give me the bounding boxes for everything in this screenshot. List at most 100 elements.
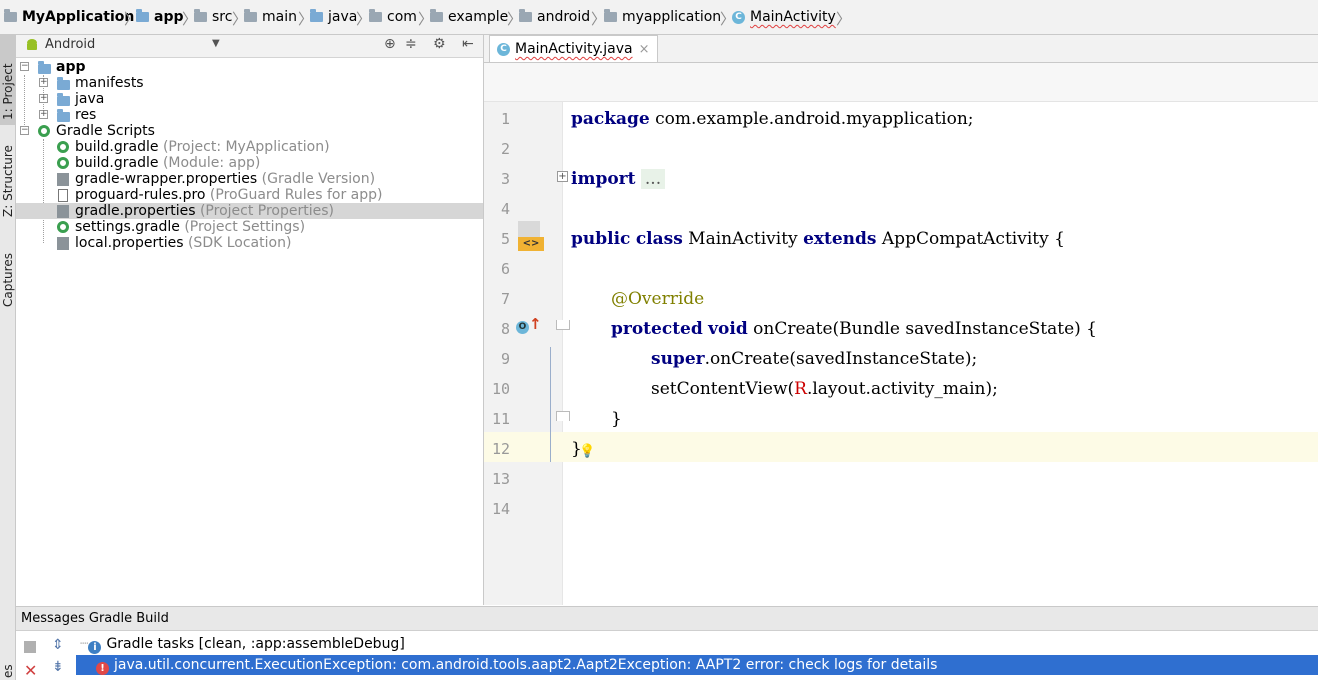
tree-item-build-gradle-project[interactable]: build.gradle (Project: MyApplication) [16,139,483,155]
hide-panel-icon[interactable]: ⇤ [462,36,474,52]
code-line-3[interactable]: import ... [571,169,666,189]
folded-imports[interactable]: ... [640,169,666,189]
breadcrumb-item-myapplication[interactable]: MyApplication [4,8,134,26]
properties-icon [57,237,69,250]
code-line-8[interactable]: @Override [611,289,704,309]
expand-fold-icon[interactable]: + [557,171,568,182]
line-number: 12 [491,440,510,458]
breadcrumb-item-mainactivity[interactable]: C MainActivity [732,8,836,26]
layout-preview-icon[interactable] [518,221,540,237]
arrow-up-icon[interactable]: ↑ [529,315,542,333]
view-selector[interactable]: Android [45,37,95,52]
breadcrumb-item-app[interactable]: app [136,8,184,26]
chevron-down-icon[interactable]: ▼ [212,38,220,49]
line-number: 6 [500,260,510,278]
stop-icon[interactable] [24,641,36,653]
fold-marker-icon[interactable] [556,320,570,330]
message-row-error[interactable]: ! java.util.concurrent.ExecutionException… [76,655,1318,675]
folder-icon [430,9,443,22]
fold-marker-icon[interactable] [556,411,570,421]
tree-item-gradle-wrapper-properties[interactable]: gradle-wrapper.properties (Gradle Versio… [16,171,483,187]
breadcrumb-item-android[interactable]: android [519,8,590,26]
editor-header [484,63,1318,102]
tree-item-settings-gradle[interactable]: settings.gradle (Project Settings) [16,219,483,235]
tree-item-local-properties[interactable]: local.properties (SDK Location) [16,235,483,251]
related-xml-icon[interactable]: <> [518,237,544,251]
tree-item-gradle-scripts[interactable]: − Gradle Scripts [16,123,483,139]
breadcrumb-item-main[interactable]: main [244,8,297,26]
code-line-6[interactable]: public class MainActivity extends AppCom… [571,229,1065,249]
collapse-toggle-icon[interactable]: − [20,126,29,135]
class-icon: C [732,10,745,24]
info-icon: i [88,641,102,654]
gradle-icon [38,125,50,137]
tab-mainactivity-java[interactable]: C MainActivity.java × [489,35,659,62]
tree-item-res[interactable]: + res [16,107,483,123]
method-scope-bar [550,347,551,462]
file-icon [58,189,68,202]
folder-icon [519,9,532,22]
folder-icon [310,9,323,22]
left-tool-stripe: 1: Project Z: Structure Captures es [0,35,16,680]
line-number: 13 [491,470,510,488]
code-line-9[interactable]: protected void onCreate(Bundle savedInst… [611,319,1097,339]
breadcrumb-item-java[interactable]: java [310,8,357,26]
breadcrumb-item-com[interactable]: com [369,8,417,26]
lightbulb-icon[interactable]: 💡 [579,444,595,459]
tree-item-gradle-properties[interactable]: gradle.properties (Project Properties) [16,203,483,219]
expand-toggle-icon[interactable]: + [39,94,48,103]
error-icon: ! [96,662,109,675]
tool-tab-bottom[interactable]: es [0,660,15,680]
collapse-toggle-icon[interactable]: − [20,62,29,71]
expand-all-icon[interactable]: ⇕ [52,637,64,653]
breadcrumb-item-example[interactable]: example [430,8,508,26]
expand-toggle-icon[interactable]: + [39,78,48,87]
line-number: 3 [500,170,510,188]
collapse-all-icon[interactable]: ≑ [405,36,417,52]
folder-icon [4,9,17,22]
module-folder-icon [38,61,51,74]
close-icon[interactable]: ✕ [24,661,37,680]
line-number: 9 [500,350,510,368]
folder-icon [194,9,207,22]
gradle-icon [57,141,69,153]
gradle-icon [57,221,69,233]
collapse-all-icon[interactable]: ⇟ [52,659,64,675]
chevron-right-icon: 〉 [836,10,852,28]
project-toolbar: Android ▼ ⊕ ≑ ⚙ ⇤ [16,35,483,58]
current-line-highlight [484,432,1318,462]
messages-panel: Messages Gradle Build ⇕ ✕ ⇟ ┈ i Gradle tas… [16,606,1318,681]
project-panel: Android ▼ ⊕ ≑ ⚙ ⇤ − app + manifests + ja… [16,35,484,605]
tree-item-java[interactable]: + java [16,91,483,107]
close-tab-icon[interactable]: × [639,42,650,57]
folder-icon [244,9,257,22]
editor-tab-bar: C MainActivity.java × [484,35,1318,63]
line-number: 2 [500,140,510,158]
expand-toggle-icon[interactable]: + [39,110,48,119]
code-line-11[interactable]: setContentView(R.layout.activity_main); [651,379,998,399]
target-icon[interactable]: ⊕ [384,36,396,52]
code-line-12[interactable]: } [611,409,622,429]
line-number: 1 [500,110,510,128]
tool-tab-structure[interactable]: Z: Structure [0,131,15,221]
gear-icon[interactable]: ⚙ [433,36,446,52]
code-line-10[interactable]: super.onCreate(savedInstanceState); [651,349,977,369]
message-row-gradle-tasks[interactable]: ┈ i Gradle tasks [clean, :app:assembleDebu… [80,634,1318,654]
breadcrumb-item-src[interactable]: src [194,8,232,26]
code-line-1[interactable]: package com.example.android.myapplicatio… [571,109,974,129]
folder-icon [136,9,149,22]
tree-item-manifests[interactable]: + manifests [16,75,483,91]
breadcrumb-item-myapplication-pkg[interactable]: myapplication [604,8,721,26]
tool-tab-project[interactable]: 1: Project [0,35,15,125]
properties-icon [57,205,69,218]
tree-item-proguard-rules[interactable]: proguard-rules.pro (ProGuard Rules for a… [16,187,483,203]
tree-item-app[interactable]: − app [16,59,483,75]
line-number: 10 [491,380,510,398]
messages-title: Messages Gradle Build [16,607,1318,631]
override-icon[interactable]: O [516,321,529,334]
breadcrumb: MyApplication 〉 app 〉 src 〉 main 〉 java … [0,0,1318,35]
android-icon [26,38,38,52]
tree-item-build-gradle-module[interactable]: build.gradle (Module: app) [16,155,483,171]
line-number: 5 [500,230,510,248]
tool-tab-captures[interactable]: Captures [0,235,15,310]
